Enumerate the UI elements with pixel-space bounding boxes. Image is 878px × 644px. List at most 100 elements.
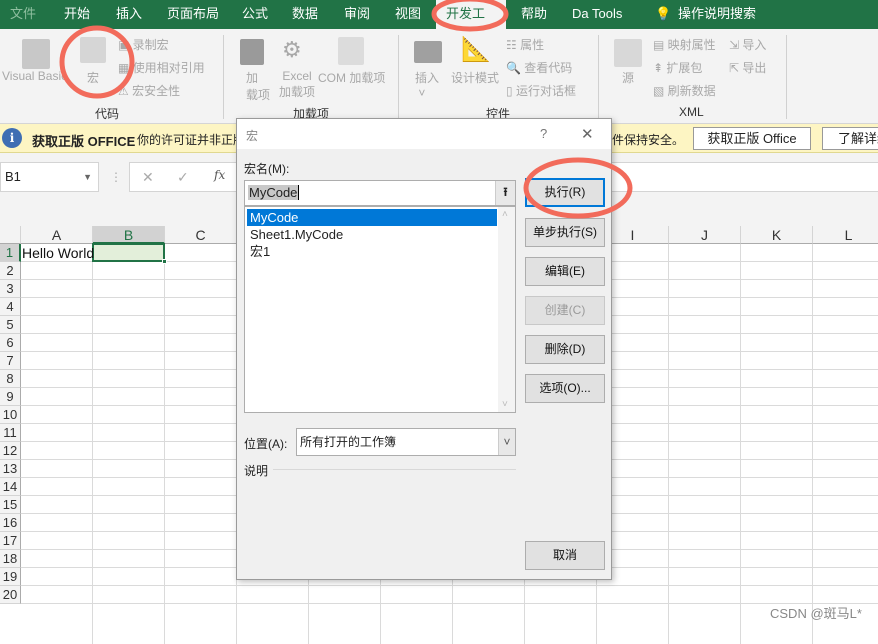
import-button[interactable]: ⇲ 导入: [729, 36, 766, 53]
row-header-18[interactable]: 18: [0, 550, 21, 568]
row-header-15[interactable]: 15: [0, 496, 21, 514]
cell-a1[interactable]: Hello World: [22, 245, 94, 261]
scroll-up-icon[interactable]: ˄: [502, 209, 508, 220]
row-header-5[interactable]: 5: [0, 316, 21, 334]
menu-bar: 文件 开始 插入 页面布局 公式 数据 审阅 视图 开发工具 帮助 Da Too…: [0, 0, 878, 48]
fill-handle[interactable]: [162, 259, 167, 264]
map-properties-button[interactable]: ▤ 映射属性: [653, 36, 716, 53]
tab-data[interactable]: 数据: [282, 0, 328, 29]
visual-basic-button[interactable]: Visual Basic: [2, 69, 67, 83]
column-header-j[interactable]: J: [669, 226, 741, 244]
record-macro-button[interactable]: ▣ 录制宏: [118, 36, 169, 53]
help-button[interactable]: ?: [540, 126, 547, 141]
close-button[interactable]: ✕: [581, 125, 594, 143]
row-header-8[interactable]: 8: [0, 370, 21, 388]
macro-list-item[interactable]: Sheet1.MyCode: [247, 226, 515, 243]
properties-button[interactable]: ☷ 属性: [506, 36, 544, 53]
row-header-12[interactable]: 12: [0, 442, 21, 460]
location-label: 位置(A):: [244, 437, 288, 451]
create-button[interactable]: 创建(C): [525, 296, 605, 325]
tab-page-layout[interactable]: 页面布局: [157, 0, 229, 29]
row-header-6[interactable]: 6: [0, 334, 21, 352]
row-header-20[interactable]: 20: [0, 586, 21, 604]
tab-review[interactable]: 审阅: [334, 0, 380, 29]
divider: [598, 35, 599, 119]
macro-name-input[interactable]: MyCode ⭱: [244, 180, 516, 206]
column-header-a[interactable]: A: [21, 226, 93, 244]
get-genuine-office-button[interactable]: 获取正版 Office: [693, 127, 811, 150]
design-mode-button[interactable]: 设计模式: [451, 69, 499, 86]
tab-file[interactable]: 文件: [0, 0, 46, 29]
row-header-3[interactable]: 3: [0, 280, 21, 298]
label: 映射属性: [667, 38, 716, 52]
scrollbar[interactable]: ˄ ˅: [498, 207, 515, 412]
tell-me-search[interactable]: 操作说明搜索: [668, 0, 766, 29]
row-header-16[interactable]: 16: [0, 514, 21, 532]
collapse-upload-icon[interactable]: ⭱: [495, 181, 515, 205]
enter-icon[interactable]: ✓: [177, 169, 189, 186]
macros-button[interactable]: 宏: [87, 69, 99, 86]
chevron-down-icon[interactable]: ˅: [498, 429, 515, 455]
chevron-down-icon[interactable]: ▼: [83, 163, 92, 191]
select-all-corner[interactable]: [0, 226, 21, 244]
export-button[interactable]: ⇱ 导出: [729, 59, 766, 76]
run-dialog-button[interactable]: ▯ 运行对话框: [506, 82, 576, 99]
scroll-down-icon[interactable]: ˅: [502, 399, 508, 410]
refresh-data-button[interactable]: ▧ 刷新数据: [653, 82, 716, 99]
toolbox-icon: [414, 41, 442, 63]
cancel-icon[interactable]: ✕: [142, 169, 154, 186]
label: 插入: [415, 71, 440, 85]
name-box[interactable]: B1 ▼: [0, 162, 99, 192]
column-header-b[interactable]: B: [93, 226, 165, 244]
run-button[interactable]: 执行(R): [525, 178, 605, 207]
row-header-7[interactable]: 7: [0, 352, 21, 370]
name-box-value: B1: [5, 169, 21, 184]
macro-security-button[interactable]: ⚠ 宏安全性: [118, 82, 180, 99]
column-header-l[interactable]: L: [813, 226, 878, 244]
expansion-packs-button[interactable]: ⇞ 扩展包: [653, 59, 702, 76]
relative-reference-button[interactable]: ▦ 使用相对引用: [118, 59, 205, 76]
row-header-4[interactable]: 4: [0, 298, 21, 316]
macro-list-item[interactable]: MyCode: [247, 209, 497, 226]
location-select[interactable]: 所有打开的工作簿 ˅: [296, 428, 516, 456]
tab-da-tools[interactable]: Da Tools: [562, 0, 632, 29]
cancel-button[interactable]: 取消: [525, 541, 605, 570]
edit-button[interactable]: 编辑(E): [525, 257, 605, 286]
column-header-c[interactable]: C: [165, 226, 237, 244]
row-header-14[interactable]: 14: [0, 478, 21, 496]
options-button[interactable]: 选项(O)...: [525, 374, 605, 403]
macro-list-item[interactable]: 宏1: [247, 243, 515, 260]
insert-control-button[interactable]: 插入 ˅: [415, 69, 439, 100]
learn-more-button[interactable]: 了解详细: [822, 127, 878, 150]
row-header-13[interactable]: 13: [0, 460, 21, 478]
tab-developer[interactable]: 开发工具: [436, 0, 506, 48]
row-header-19[interactable]: 19: [0, 568, 21, 586]
addins-icon: [240, 39, 264, 65]
label: 查看代码: [524, 61, 573, 75]
row-header-2[interactable]: 2: [0, 262, 21, 280]
selected-cell-b1[interactable]: [92, 243, 165, 262]
dialog-title: 宏: [246, 129, 259, 143]
row-header-1[interactable]: 1: [0, 244, 21, 262]
column-header-k[interactable]: K: [741, 226, 813, 244]
step-into-button[interactable]: 单步执行(S): [525, 218, 605, 247]
macro-list[interactable]: MyCode Sheet1.MyCode 宏1 ˄ ˅: [244, 206, 516, 413]
delete-button[interactable]: 删除(D): [525, 335, 605, 364]
tab-view[interactable]: 视图: [385, 0, 431, 29]
row-header-10[interactable]: 10: [0, 406, 21, 424]
row-header-11[interactable]: 11: [0, 424, 21, 442]
row-header-17[interactable]: 17: [0, 532, 21, 550]
tab-insert[interactable]: 插入: [106, 0, 152, 29]
com-addins-button[interactable]: COM 加载项: [318, 69, 385, 86]
xml-source-button[interactable]: 源: [622, 69, 634, 86]
info-message: 你的许可证并非正版: [137, 133, 246, 147]
insert-function-icon[interactable]: fx: [214, 168, 225, 182]
label: 录制宏: [132, 38, 169, 52]
view-code-button[interactable]: 🔍 查看代码: [506, 59, 572, 76]
tab-formulas[interactable]: 公式: [232, 0, 278, 29]
tab-home[interactable]: 开始: [54, 0, 100, 29]
excel-addins-button[interactable]: Excel 加载项: [279, 69, 315, 100]
addins-button[interactable]: 加载项: [246, 69, 270, 103]
tab-help[interactable]: 帮助: [511, 0, 557, 29]
row-header-9[interactable]: 9: [0, 388, 21, 406]
